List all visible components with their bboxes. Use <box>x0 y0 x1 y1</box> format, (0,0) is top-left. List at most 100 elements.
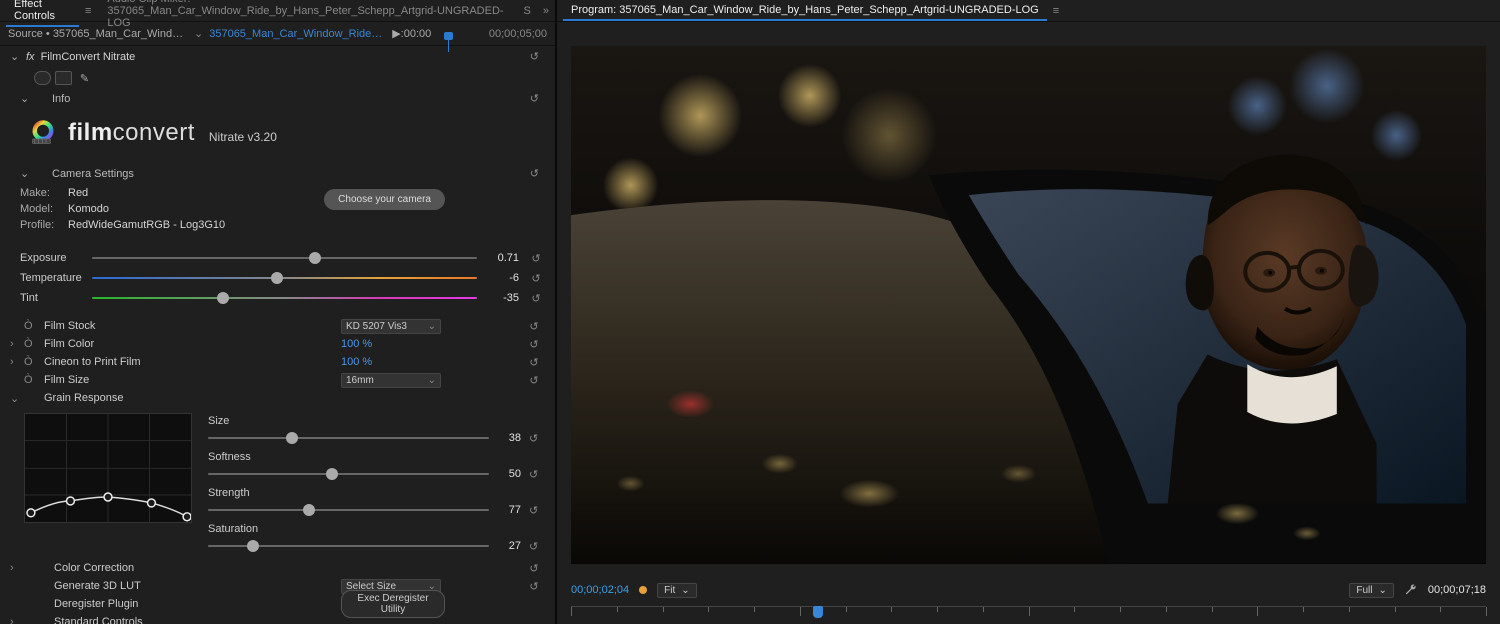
bypass-toggle-icon[interactable] <box>34 71 51 85</box>
reset-icon[interactable]: ↺ <box>530 167 545 180</box>
reset-icon[interactable]: ↺ <box>529 338 543 351</box>
grain-saturation-slider[interactable] <box>208 545 489 547</box>
twirl-down-icon[interactable]: ⌄ <box>20 167 30 180</box>
reset-icon[interactable]: ↺ <box>529 432 543 445</box>
section-info[interactable]: ⌄ Info ↺ <box>0 89 555 108</box>
zoom-select[interactable]: Fit⌄ <box>657 583 697 598</box>
reset-icon[interactable]: ↺ <box>529 292 543 305</box>
exposure-slider[interactable] <box>92 257 477 259</box>
grain-saturation-label: Saturation <box>208 523 543 535</box>
playhead-icon[interactable] <box>813 606 823 618</box>
source-dropdown-icon[interactable]: ⌄ <box>194 27 203 40</box>
tint-value[interactable]: -35 <box>487 292 519 304</box>
settings-wrench-icon[interactable] <box>1404 583 1418 597</box>
cineon-row: › Ò Cineon to Print Film 100 % ↺ <box>0 353 555 371</box>
reset-icon[interactable]: ↺ <box>529 562 543 575</box>
choose-camera-button[interactable]: Choose your camera <box>324 189 445 210</box>
panel-menu-icon[interactable]: ≡ <box>1053 5 1059 17</box>
reset-icon[interactable]: ↺ <box>530 92 545 105</box>
chevron-down-icon: ⌄ <box>1378 585 1386 596</box>
tint-slider[interactable] <box>92 297 477 299</box>
twirl-down-icon[interactable]: ⌄ <box>20 92 30 105</box>
deregister-row: Deregister Plugin Exec Deregister Utilit… <box>0 595 555 613</box>
temperature-label: Temperature <box>20 272 82 284</box>
expand-panel-icon[interactable]: » <box>543 5 549 17</box>
grain-response-row: ⌄ Ò Grain Response <box>0 389 555 407</box>
stopwatch-icon[interactable]: Ò <box>24 374 36 386</box>
grain-strength-slider[interactable] <box>208 509 489 511</box>
twirl-down-icon[interactable]: ⌄ <box>10 50 20 63</box>
effect-controls-scroll[interactable]: ⌄ fx FilmConvert Nitrate ↺ ✎ ⌄ Info ↺ <box>0 46 555 624</box>
grain-saturation-value[interactable]: 27 <box>497 540 521 552</box>
twirl-down-icon[interactable]: ⌄ <box>10 392 20 405</box>
grain-curve-editor[interactable] <box>24 413 192 523</box>
exposure-label: Exposure <box>20 252 82 264</box>
film-stock-row: Ò Film Stock KD 5207 Vis3⌄ ↺ <box>0 317 555 335</box>
reset-icon[interactable]: ↺ <box>529 540 543 553</box>
current-timecode[interactable]: 00;00;02;04 <box>571 584 629 596</box>
clip-link[interactable]: 357065_Man_Car_Window_Ride_by_Hans… <box>209 28 384 40</box>
grain-softness-slider[interactable] <box>208 473 489 475</box>
grain-size-slider[interactable] <box>208 437 489 439</box>
reset-icon[interactable]: ↺ <box>529 272 543 285</box>
section-camera-settings[interactable]: ⌄ Camera Settings ↺ <box>0 164 555 183</box>
film-color-value[interactable]: 100 % <box>341 338 441 350</box>
reset-icon[interactable]: ↺ <box>529 374 543 387</box>
play-icon[interactable]: ▶:00:00 <box>392 27 431 40</box>
mask-rect-icon[interactable] <box>55 71 72 85</box>
film-size-select[interactable]: 16mm⌄ <box>341 373 441 388</box>
filmconvert-logo: filmconvert Nitrate v3.20 <box>0 108 555 162</box>
resolution-select[interactable]: Full⌄ <box>1349 583 1394 598</box>
grain-size-value[interactable]: 38 <box>497 432 521 444</box>
fx-badge-icon[interactable]: fx <box>26 51 35 63</box>
program-viewer[interactable] <box>571 46 1486 563</box>
profile-key: Profile: <box>20 219 60 231</box>
reset-icon[interactable]: ↺ <box>529 356 543 369</box>
tint-row: Tint -35 ↺ <box>20 289 543 307</box>
reset-icon[interactable]: ↺ <box>529 468 543 481</box>
grain-response-label: Grain Response <box>44 392 124 404</box>
primary-sliders: Exposure 0.71 ↺ Temperature -6 ↺ Tint -3… <box>0 239 555 307</box>
temperature-slider[interactable] <box>92 277 477 279</box>
stopwatch-icon[interactable]: Ò <box>24 338 36 350</box>
film-size-row: Ò Film Size 16mm⌄ ↺ <box>0 371 555 389</box>
chevron-down-icon: ⌄ <box>681 585 689 596</box>
stopwatch-icon[interactable]: Ò <box>24 356 36 368</box>
effect-controls-panel: Effect Controls ≡ Audio Clip Mixer: 3570… <box>0 0 557 624</box>
color-wheel-icon <box>28 118 58 148</box>
exec-deregister-button[interactable]: Exec Deregister Utility <box>341 590 445 618</box>
panel-menu-icon[interactable]: ≡ <box>85 5 91 17</box>
tab-program-monitor[interactable]: Program: 357065_Man_Car_Window_Ride_by_H… <box>563 1 1047 21</box>
color-correction-label: Color Correction <box>54 562 134 574</box>
film-stock-select[interactable]: KD 5207 Vis3⌄ <box>341 319 441 334</box>
reset-icon[interactable]: ↺ <box>529 320 543 333</box>
generate-3d-lut-row: Generate 3D LUT Select Size⌄ ↺ <box>0 577 555 595</box>
preview-frame <box>571 46 1486 563</box>
twirl-right-icon[interactable]: › <box>10 562 20 574</box>
color-correction-row[interactable]: › Color Correction ↺ <box>0 559 555 577</box>
plugin-header: ⌄ fx FilmConvert Nitrate ↺ <box>0 46 555 67</box>
grain-strength-value[interactable]: 77 <box>497 504 521 516</box>
cineon-value[interactable]: 100 % <box>341 356 441 368</box>
viewer-wrap <box>557 22 1500 576</box>
chevron-down-icon: ⌄ <box>428 321 436 332</box>
stopwatch-icon[interactable]: Ò <box>24 320 36 332</box>
logo-text: filmconvert <box>68 119 195 147</box>
twirl-right-icon[interactable]: › <box>10 616 20 624</box>
tab-s[interactable]: S <box>516 2 539 20</box>
standard-controls-row[interactable]: › Standard Controls <box>0 613 555 624</box>
program-time-ruler[interactable] <box>571 606 1486 624</box>
grain-softness-value[interactable]: 50 <box>497 468 521 480</box>
exposure-value[interactable]: 0.71 <box>487 252 519 264</box>
mask-pen-icon[interactable]: ✎ <box>76 71 93 85</box>
reset-icon[interactable]: ↺ <box>529 580 543 593</box>
temperature-row: Temperature -6 ↺ <box>20 269 543 287</box>
reset-plugin-icon[interactable]: ↺ <box>530 50 545 63</box>
standard-controls-label: Standard Controls <box>54 616 143 624</box>
reset-icon[interactable]: ↺ <box>529 504 543 517</box>
profile-value: RedWideGamutRGB - Log3G10 <box>68 219 225 231</box>
twirl-right-icon[interactable]: › <box>10 338 20 350</box>
twirl-right-icon[interactable]: › <box>10 356 20 368</box>
reset-icon[interactable]: ↺ <box>529 252 543 265</box>
temperature-value[interactable]: -6 <box>487 272 519 284</box>
